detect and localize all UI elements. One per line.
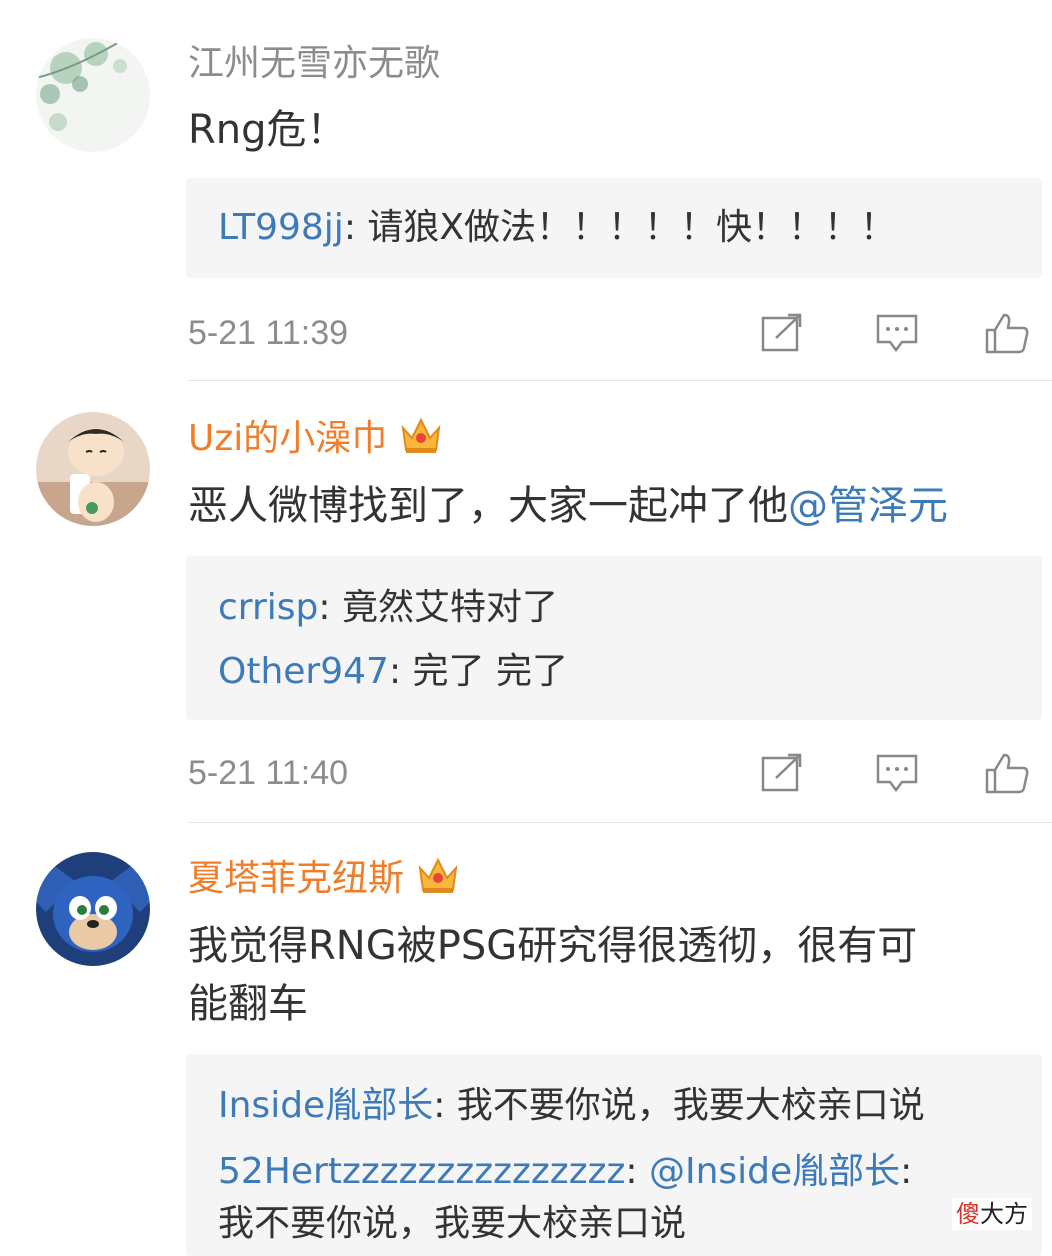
timestamp: 5-21 11:39 <box>188 314 349 352</box>
reply-item: Inside胤部长: 我不要你说，我要大校亲口说 <box>218 1080 925 1132</box>
reply-item: LT998jj: 请狼X做法！！！！！快！！！！ <box>218 202 896 254</box>
share-icon[interactable] <box>760 312 806 354</box>
comment-text: Rng危！ <box>188 107 347 153</box>
like-icon[interactable] <box>984 312 1030 354</box>
reply-separator: : <box>900 1151 913 1192</box>
meta-row: 5-21 11:40 <box>188 748 1038 798</box>
comment-icon[interactable] <box>874 752 920 794</box>
crown-icon <box>416 854 460 896</box>
reply-text: 请狼X做法！！！！！快！！！！ <box>367 207 897 248</box>
meta-row: 5-21 11:39 <box>188 308 1038 358</box>
comment-item: 江州无雪亦无歌 Rng危！ LT998jj: 请狼X做法！！！！！快！！！！ 5… <box>0 0 1052 382</box>
reply-box[interactable]: Inside胤部长: 我不要你说，我要大校亲口说 52Hertzzzzzzzzz… <box>186 1054 1042 1256</box>
reply-text: 我不要你说，我要大校亲口说 <box>456 1085 925 1126</box>
reply-username[interactable]: Inside胤部长 <box>218 1085 433 1126</box>
comment-icon[interactable] <box>874 312 920 354</box>
reply-separator: : <box>433 1085 457 1126</box>
reply-text: 完了 完了 <box>412 651 568 692</box>
comment-text-main: 恶人微博找到了，大家一起冲了他 <box>188 483 788 529</box>
avatar[interactable] <box>36 412 150 526</box>
avatar[interactable] <box>36 38 150 152</box>
reply-username[interactable]: LT998jj <box>218 207 344 248</box>
reply-mention[interactable]: @Inside胤部长 <box>649 1151 900 1192</box>
reply-text: 竟然艾特对了 <box>341 587 558 628</box>
like-icon[interactable] <box>984 752 1030 794</box>
reply-separator: : <box>388 651 413 692</box>
reply-item-continued: 我不要你说，我要大校亲口说 <box>218 1198 686 1250</box>
watermark: 傻大方 <box>952 1198 1032 1230</box>
username[interactable]: 夏塔菲克纽斯 <box>188 854 460 903</box>
username-text[interactable]: Uzi的小澡巾 <box>188 418 387 459</box>
reply-username[interactable]: 52Hertzzzzzzzzzzzzzzz <box>218 1151 625 1192</box>
reply-item: crrisp: 竟然艾特对了 <box>218 582 558 634</box>
divider <box>188 822 1052 823</box>
avatar[interactable] <box>36 852 150 966</box>
divider <box>188 380 1052 381</box>
share-icon[interactable] <box>760 752 806 794</box>
reply-box[interactable]: crrisp: 竟然艾特对了 Other947: 完了 完了 <box>186 556 1042 720</box>
comment-feed: 江州无雪亦无歌 Rng危！ LT998jj: 请狼X做法！！！！！快！！！！ 5… <box>0 0 1052 1256</box>
reply-username[interactable]: Other947 <box>218 651 389 692</box>
reply-item: 52Hertzzzzzzzzzzzzzzz: @Inside胤部长: <box>218 1146 912 1198</box>
reply-username[interactable]: crrisp <box>218 587 318 628</box>
username-text[interactable]: 夏塔菲克纽斯 <box>188 858 404 899</box>
comment-text-line2: 能翻车 <box>188 981 308 1027</box>
watermark-rest: 大方 <box>980 1200 1028 1228</box>
reply-text: 我不要你说，我要大校亲口说 <box>218 1203 687 1244</box>
reply-separator: : <box>343 207 368 248</box>
reply-separator: : <box>625 1151 649 1192</box>
reply-box[interactable]: LT998jj: 请狼X做法！！！！！快！！！！ <box>186 178 1042 278</box>
watermark-first: 傻 <box>956 1200 980 1228</box>
crown-icon <box>399 414 443 456</box>
reply-item: Other947: 完了 完了 <box>218 646 568 698</box>
timestamp: 5-21 11:40 <box>188 754 349 792</box>
mention-link[interactable]: @管泽元 <box>788 483 948 529</box>
comment-text: 恶人微博找到了，大家一起冲了他@管泽元 <box>188 476 948 536</box>
username[interactable]: 江州无雪亦无歌 <box>188 40 440 88</box>
comment-text-line1: 我觉得RNG被PSG研究得很透彻，很有可 <box>188 923 918 969</box>
username[interactable]: Uzi的小澡巾 <box>188 414 443 463</box>
reply-separator: : <box>318 587 342 628</box>
